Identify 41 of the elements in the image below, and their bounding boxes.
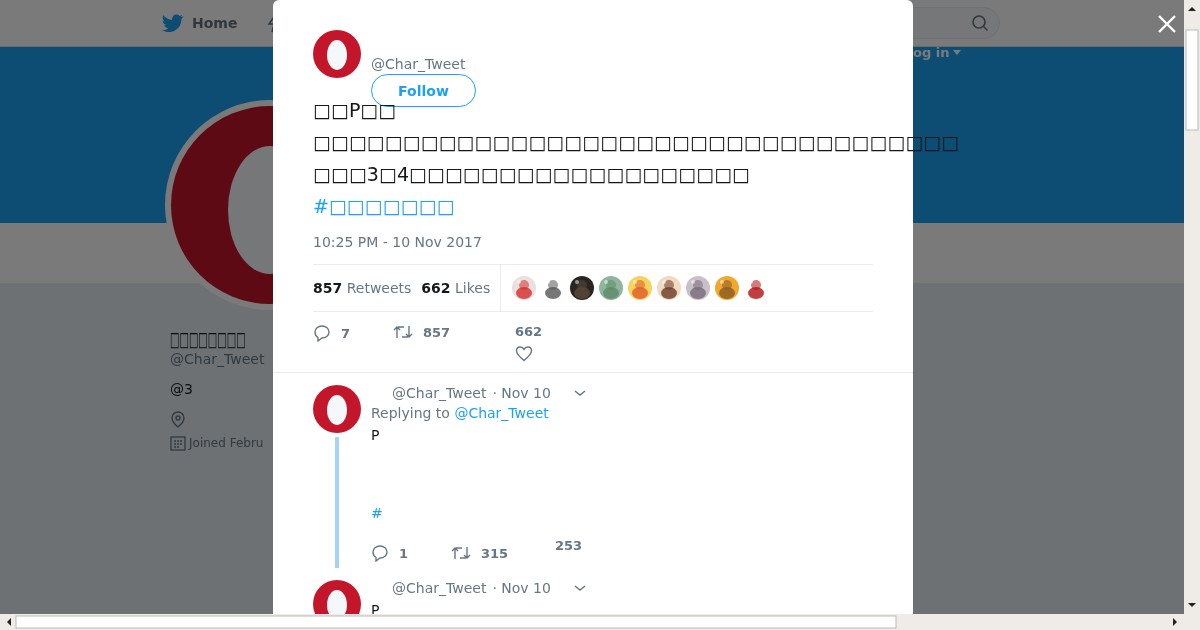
reply-icon xyxy=(371,544,389,562)
like-button[interactable]: 253 xyxy=(555,538,583,568)
chevron-icon[interactable] xyxy=(572,583,587,593)
reply-button[interactable]: 1 xyxy=(371,538,451,568)
mention-link[interactable]: @Char_Tweet xyxy=(454,405,549,421)
retweet-button[interactable]: 315 xyxy=(451,538,555,568)
heart-icon xyxy=(515,345,533,362)
hashtag-link[interactable]: # xyxy=(371,505,383,521)
user-handle[interactable]: @Char_Tweet xyxy=(392,580,487,596)
like-button[interactable]: 662 xyxy=(515,324,543,362)
chevron-icon[interactable] xyxy=(572,388,587,398)
retweet-icon xyxy=(393,324,413,340)
retweet-button[interactable]: 857 xyxy=(393,324,515,340)
user-handle: @Char_Tweet xyxy=(371,56,467,72)
avatar-icon xyxy=(313,385,361,433)
search-icon xyxy=(971,14,989,32)
location-icon xyxy=(170,411,186,429)
joined-date: Joined Febru xyxy=(189,436,264,450)
profile-bio: @3 xyxy=(170,381,193,397)
profile-handle: @Char_Tweet xyxy=(170,351,265,367)
reply-icon xyxy=(313,324,331,342)
calendar-icon xyxy=(170,435,186,451)
user-handle[interactable]: @Char_Tweet xyxy=(392,385,487,401)
avatar-icon xyxy=(313,30,361,78)
reply-button[interactable]: 7 xyxy=(313,324,393,342)
retweet-icon xyxy=(451,545,471,561)
tweet-timestamp: 10:25 PM - 10 Nov 2017 xyxy=(313,234,483,250)
home-link[interactable]: Home xyxy=(162,14,238,32)
retweets-count[interactable]: 857 Retweets xyxy=(313,280,412,296)
likes-count[interactable]: 662 Likes xyxy=(421,280,491,296)
reply-date: · Nov 10 xyxy=(492,385,551,401)
caret-icon xyxy=(953,49,962,56)
horizontal-scrollbar[interactable] xyxy=(0,614,1200,630)
replying-to-text: Replying to @Char_Tweet xyxy=(371,405,550,421)
bird-icon xyxy=(162,14,184,32)
hashtag-link[interactable]: #□□□□□□□ xyxy=(313,190,455,222)
tweet-text: □□□3□4□□□□□□□□□□□□□□□□□□□ xyxy=(313,162,751,187)
reply-text: P xyxy=(371,427,381,443)
vertical-scrollbar[interactable] xyxy=(1184,0,1200,614)
reply-date: · Nov 10 xyxy=(492,580,551,596)
profile-name: □□□□□□□□ xyxy=(170,327,246,351)
